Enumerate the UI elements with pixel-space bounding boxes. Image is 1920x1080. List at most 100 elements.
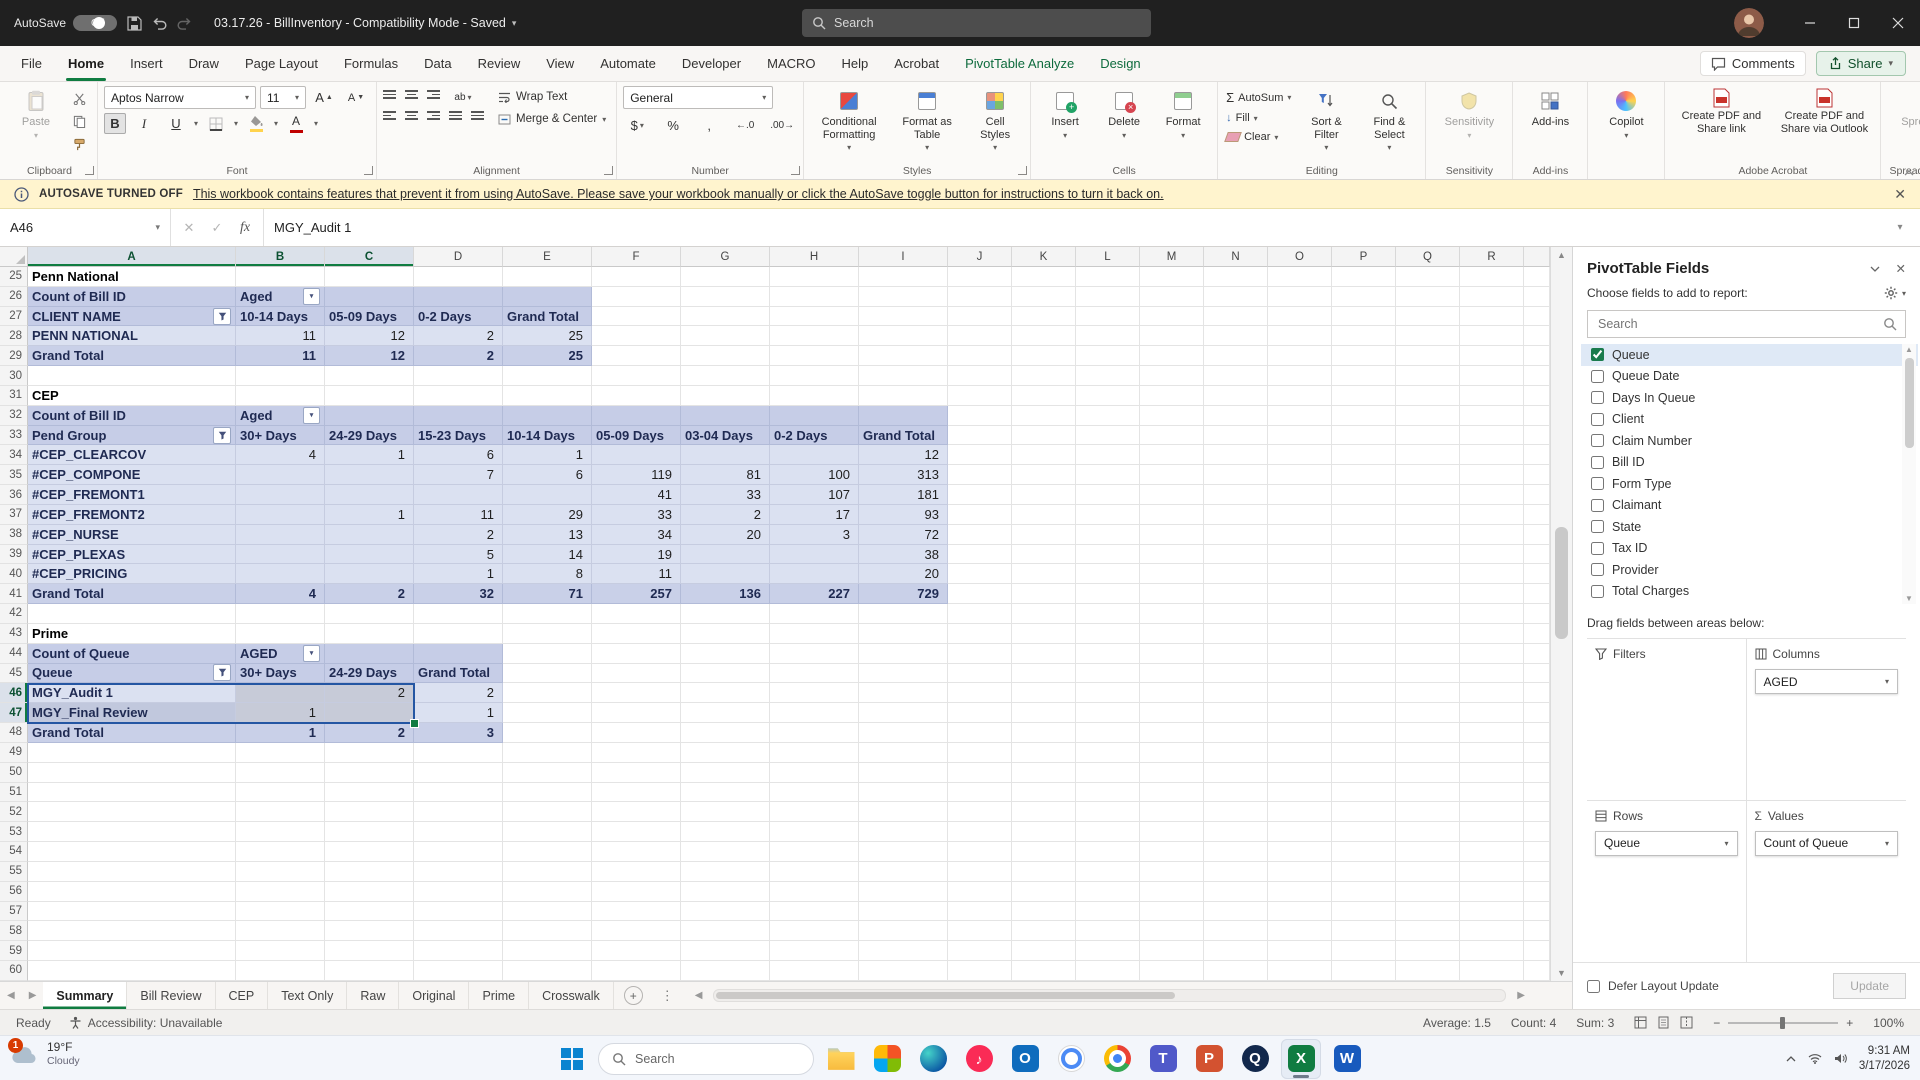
cell-L35[interactable] — [1076, 465, 1140, 485]
column-header-h[interactable]: H — [770, 247, 859, 267]
cell-N40[interactable] — [1204, 564, 1268, 584]
cell-O50[interactable] — [1268, 763, 1332, 783]
cell-H35[interactable]: 100 — [770, 465, 859, 485]
cell-G34[interactable] — [681, 445, 770, 465]
taskbar-icon-mail[interactable]: O — [1005, 1039, 1045, 1079]
cell-K56[interactable] — [1012, 882, 1076, 902]
cell-D53[interactable] — [414, 822, 503, 842]
cell-B25[interactable] — [236, 267, 325, 287]
cell-P58[interactable] — [1332, 921, 1396, 941]
spreadsheet-sync-button[interactable]: qb Spreadsheet Sync — [1887, 86, 1920, 143]
cell-E25[interactable] — [503, 267, 592, 287]
cell-R56[interactable] — [1460, 882, 1524, 902]
cell-P50[interactable] — [1332, 763, 1396, 783]
cell-D47[interactable]: 1 — [414, 703, 503, 723]
cell-M53[interactable] — [1140, 822, 1204, 842]
cell-Q46[interactable] — [1396, 683, 1460, 703]
row-header-34[interactable]: 34 — [0, 445, 28, 465]
row-header-44[interactable]: 44 — [0, 644, 28, 664]
taskbar-icon-powerpoint[interactable]: P — [1189, 1039, 1229, 1079]
cell-J52[interactable] — [948, 802, 1012, 822]
row-header-46[interactable]: 46 — [0, 683, 28, 703]
cell-A29[interactable]: Grand Total — [28, 346, 236, 366]
copilot-button[interactable]: Copilot▾ — [1594, 86, 1658, 142]
cell-N45[interactable] — [1204, 664, 1268, 684]
cell-B58[interactable] — [236, 921, 325, 941]
cell-K58[interactable] — [1012, 921, 1076, 941]
cell-L38[interactable] — [1076, 525, 1140, 545]
cell-M56[interactable] — [1140, 882, 1204, 902]
cell-R30[interactable] — [1460, 366, 1524, 386]
cell-N35[interactable] — [1204, 465, 1268, 485]
cell-B43[interactable] — [236, 624, 325, 644]
cell-I40[interactable]: 20 — [859, 564, 948, 584]
cell-O51[interactable] — [1268, 783, 1332, 803]
increase-decimal-button[interactable]: ←.0 — [731, 115, 759, 136]
sheet-tab-cep[interactable]: CEP — [216, 982, 269, 1009]
row-header-33[interactable]: 33 — [0, 426, 28, 446]
select-all-corner[interactable] — [0, 247, 28, 267]
cell-O39[interactable] — [1268, 545, 1332, 565]
cell-E48[interactable] — [503, 723, 592, 743]
cell-A28[interactable]: PENN NATIONAL — [28, 326, 236, 346]
cell-N36[interactable] — [1204, 485, 1268, 505]
cell-C55[interactable] — [325, 862, 414, 882]
cell-G57[interactable] — [681, 902, 770, 922]
cell-M27[interactable] — [1140, 307, 1204, 327]
cell-C51[interactable] — [325, 783, 414, 803]
cell-N26[interactable] — [1204, 287, 1268, 307]
cell-Q53[interactable] — [1396, 822, 1460, 842]
cell-G32[interactable] — [681, 406, 770, 426]
cell-D38[interactable]: 2 — [414, 525, 503, 545]
taskbar-icon-file-explorer[interactable] — [821, 1039, 861, 1079]
cell-C60[interactable] — [325, 961, 414, 981]
cell-B57[interactable] — [236, 902, 325, 922]
cell-F34[interactable] — [592, 445, 681, 465]
cell-Q56[interactable] — [1396, 882, 1460, 902]
redo-icon[interactable] — [177, 17, 192, 30]
cell-E55[interactable] — [503, 862, 592, 882]
borders-chevron[interactable]: ▾ — [234, 119, 238, 128]
column-header-a[interactable]: A — [28, 247, 236, 267]
cell-F25[interactable] — [592, 267, 681, 287]
cell-A35[interactable]: #CEP_COMPONE — [28, 465, 236, 485]
cell-P30[interactable] — [1332, 366, 1396, 386]
cell-C56[interactable] — [325, 882, 414, 902]
cell-G44[interactable] — [681, 644, 770, 664]
ribbon-tab-formulas[interactable]: Formulas — [331, 46, 411, 81]
user-avatar[interactable] — [1734, 8, 1764, 38]
insert-cells-button[interactable]: + Insert▾ — [1037, 86, 1093, 142]
cell-P59[interactable] — [1332, 941, 1396, 961]
cell-I33[interactable]: Grand Total — [859, 426, 948, 446]
cell-M55[interactable] — [1140, 862, 1204, 882]
cell-Q48[interactable] — [1396, 723, 1460, 743]
cell-N30[interactable] — [1204, 366, 1268, 386]
font-size-combo[interactable]: 11▾ — [260, 86, 306, 109]
cell-M54[interactable] — [1140, 842, 1204, 862]
cell-O56[interactable] — [1268, 882, 1332, 902]
find-select-button[interactable]: Find & Select▾ — [1359, 86, 1419, 154]
cell-Q41[interactable] — [1396, 584, 1460, 604]
align-middle-icon[interactable] — [405, 90, 418, 104]
field-checkbox-tax-id[interactable] — [1591, 542, 1604, 555]
cell-I37[interactable]: 93 — [859, 505, 948, 525]
cell-N51[interactable] — [1204, 783, 1268, 803]
cell-Q51[interactable] — [1396, 783, 1460, 803]
cell-E34[interactable]: 1 — [503, 445, 592, 465]
cell-H27[interactable] — [770, 307, 859, 327]
cell-N52[interactable] — [1204, 802, 1268, 822]
zoom-slider-thumb[interactable] — [1780, 1017, 1785, 1029]
cell-H56[interactable] — [770, 882, 859, 902]
cell-O29[interactable] — [1268, 346, 1332, 366]
cell-G47[interactable] — [681, 703, 770, 723]
cell-I30[interactable] — [859, 366, 948, 386]
alignment-dialog-launcher[interactable] — [604, 166, 613, 175]
cell-O42[interactable] — [1268, 604, 1332, 624]
cell-B47[interactable]: 1 — [236, 703, 325, 723]
pivot-field-dropdown-icon[interactable]: ▾ — [303, 407, 320, 424]
cell-N55[interactable] — [1204, 862, 1268, 882]
cell-D31[interactable] — [414, 386, 503, 406]
cell-H37[interactable]: 17 — [770, 505, 859, 525]
cell-G38[interactable]: 20 — [681, 525, 770, 545]
cell-D42[interactable] — [414, 604, 503, 624]
